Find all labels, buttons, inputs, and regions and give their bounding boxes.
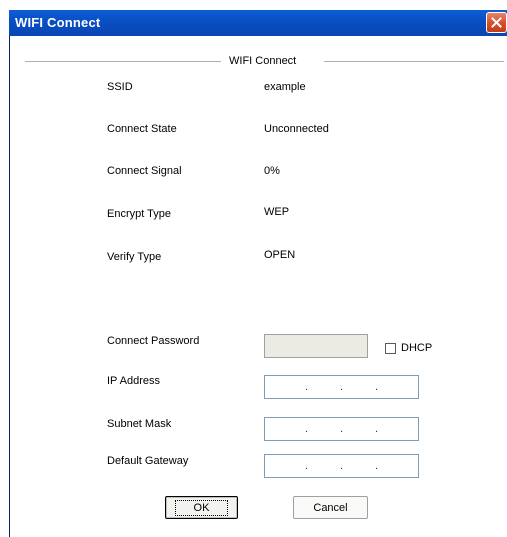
connect-signal-label: Connect Signal	[107, 165, 182, 177]
connect-password-label: Connect Password	[107, 335, 200, 347]
ip-separator: .	[339, 381, 344, 393]
verify-type-value: OPEN	[264, 249, 296, 261]
window-title: WIFI Connect	[15, 15, 101, 30]
ip-address-label: IP Address	[107, 375, 160, 387]
ip-separator: .	[374, 423, 379, 435]
default-gateway-label: Default Gateway	[107, 455, 189, 467]
default-gateway-field[interactable]: . . .	[264, 454, 419, 478]
ok-button-label: OK	[174, 499, 229, 516]
ip-separator: .	[304, 423, 309, 435]
ssid-label: SSID	[107, 81, 133, 93]
ip-separator: .	[374, 460, 379, 472]
ip-separator: .	[374, 381, 379, 393]
connect-password-field[interactable]	[264, 334, 368, 358]
ip-separator: .	[339, 423, 344, 435]
ip-address-field[interactable]: . . .	[264, 375, 419, 399]
ok-button[interactable]: OK	[165, 496, 238, 519]
cancel-button[interactable]: Cancel	[293, 496, 368, 519]
close-icon	[491, 17, 502, 28]
wifi-connect-dialog	[9, 10, 507, 537]
subnet-mask-field[interactable]: . . .	[264, 417, 419, 441]
connect-state-value: Unconnected	[264, 123, 329, 135]
encrypt-type-value: WEP	[264, 206, 290, 218]
encrypt-type-label: Encrypt Type	[107, 208, 171, 220]
group-divider-left	[25, 61, 221, 62]
ip-separator: .	[304, 381, 309, 393]
ip-separator: .	[339, 460, 344, 472]
group-divider-right	[324, 61, 504, 62]
connect-state-label: Connect State	[107, 123, 177, 135]
subnet-mask-label: Subnet Mask	[107, 418, 172, 430]
dhcp-label[interactable]: DHCP	[401, 342, 432, 354]
verify-type-label: Verify Type	[107, 251, 162, 263]
group-title: WIFI Connect	[229, 55, 297, 67]
ssid-value: example	[264, 81, 306, 93]
cancel-button-label: Cancel	[313, 501, 348, 514]
title-bar[interactable]: WIFI Connect	[9, 10, 507, 36]
close-button[interactable]	[486, 12, 507, 33]
connect-signal-value: 0%	[264, 165, 280, 177]
dhcp-checkbox[interactable]	[385, 343, 396, 354]
ip-separator: .	[304, 460, 309, 472]
